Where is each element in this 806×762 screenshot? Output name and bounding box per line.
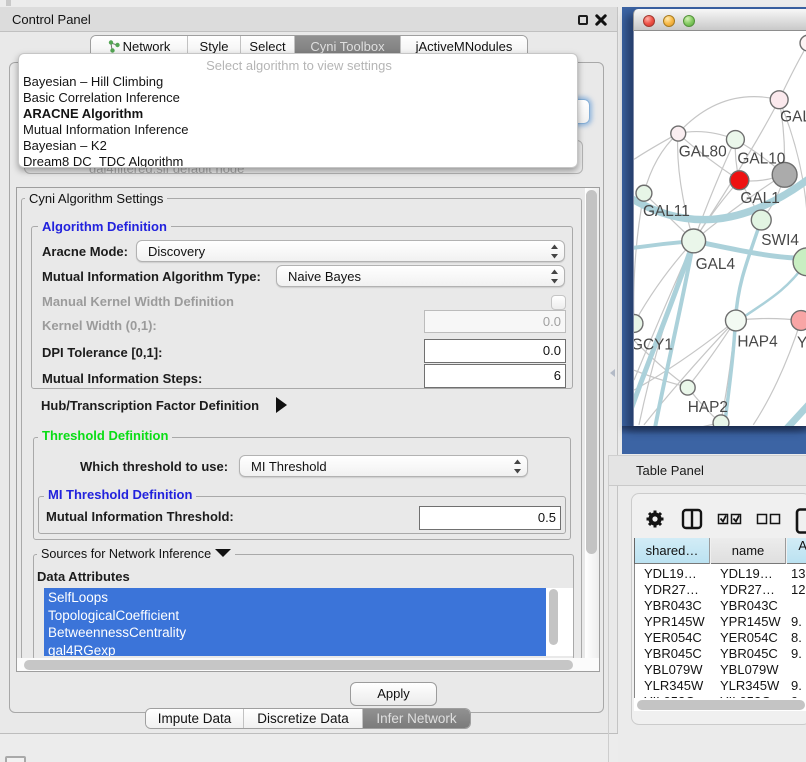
svg-text:GAL11: GAL11 [643,203,690,220]
svg-text:GAL1: GAL1 [740,190,779,207]
svg-text:GAL2: GAL2 [780,109,806,126]
svg-text:HAP2: HAP2 [688,399,728,416]
svg-text:GCY1: GCY1 [633,336,673,353]
svg-text:YM: YM [797,334,806,351]
svg-text:GAL4: GAL4 [696,256,736,273]
svg-text:HAP4: HAP4 [737,333,778,350]
svg-text:GAL80: GAL80 [679,143,727,160]
svg-text:GAL10: GAL10 [737,150,785,167]
svg-text:SWI4: SWI4 [761,232,799,249]
